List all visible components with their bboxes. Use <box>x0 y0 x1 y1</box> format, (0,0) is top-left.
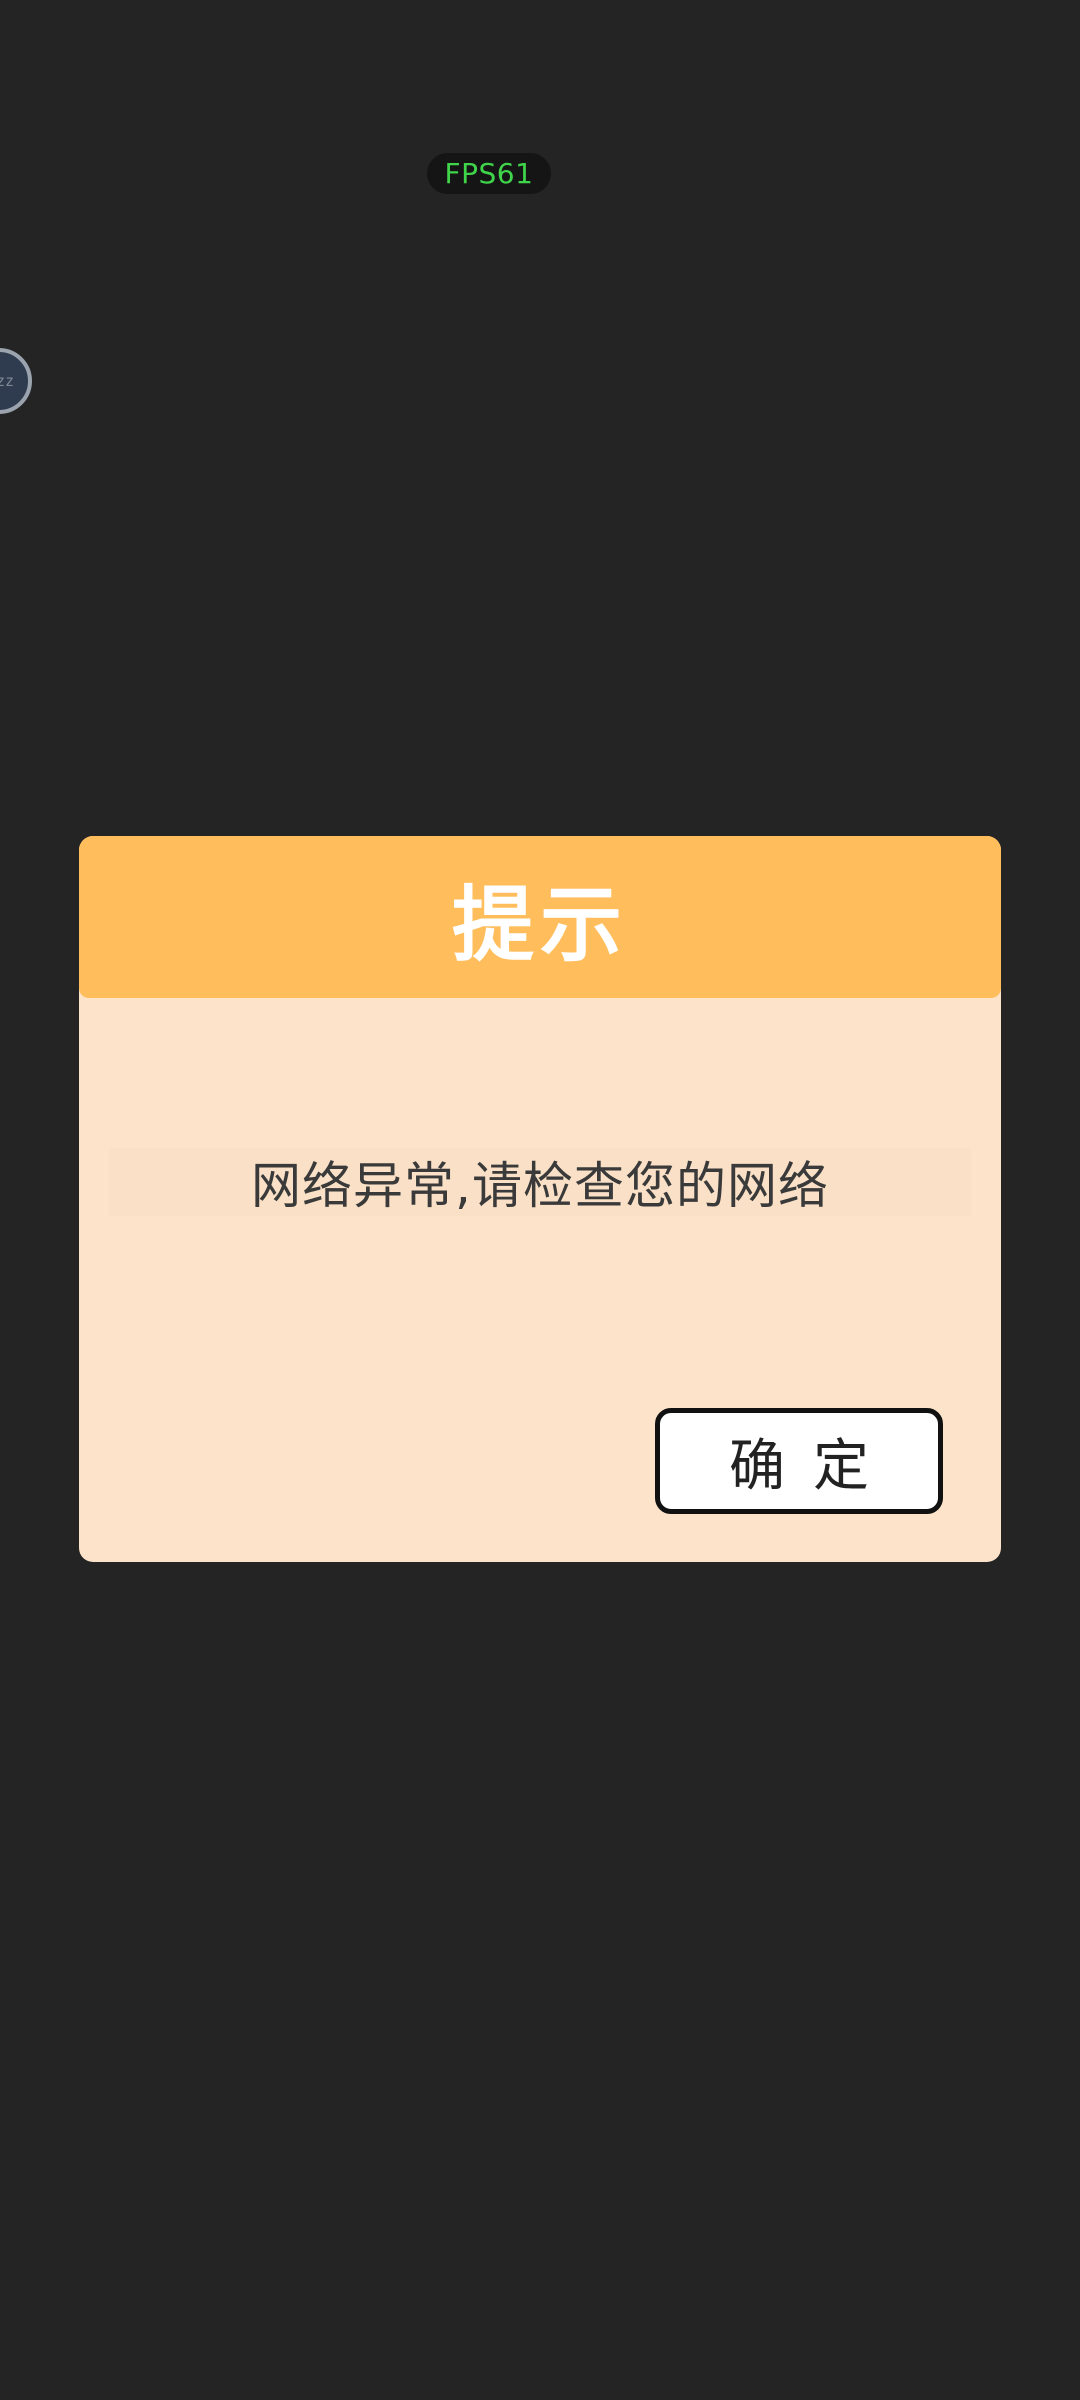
fps-label: FPS61 <box>444 157 534 190</box>
dialog-message-box: 网络异常,请检查您的网络 <box>109 1148 971 1216</box>
floating-assistant-ball[interactable]: zz <box>0 348 32 414</box>
dialog-message: 网络异常,请检查您的网络 <box>251 1157 829 1215</box>
confirm-button[interactable]: 确定 <box>655 1408 943 1514</box>
confirm-button-label: 确定 <box>729 1433 897 1499</box>
dialog-title: 提示 <box>451 877 628 973</box>
dialog-header: 提示 <box>79 836 1001 998</box>
fps-indicator: FPS61 <box>427 153 551 194</box>
floating-ball-text: zz <box>0 372 14 390</box>
network-error-dialog: 提示 网络异常,请检查您的网络 确定 <box>79 836 1001 1562</box>
